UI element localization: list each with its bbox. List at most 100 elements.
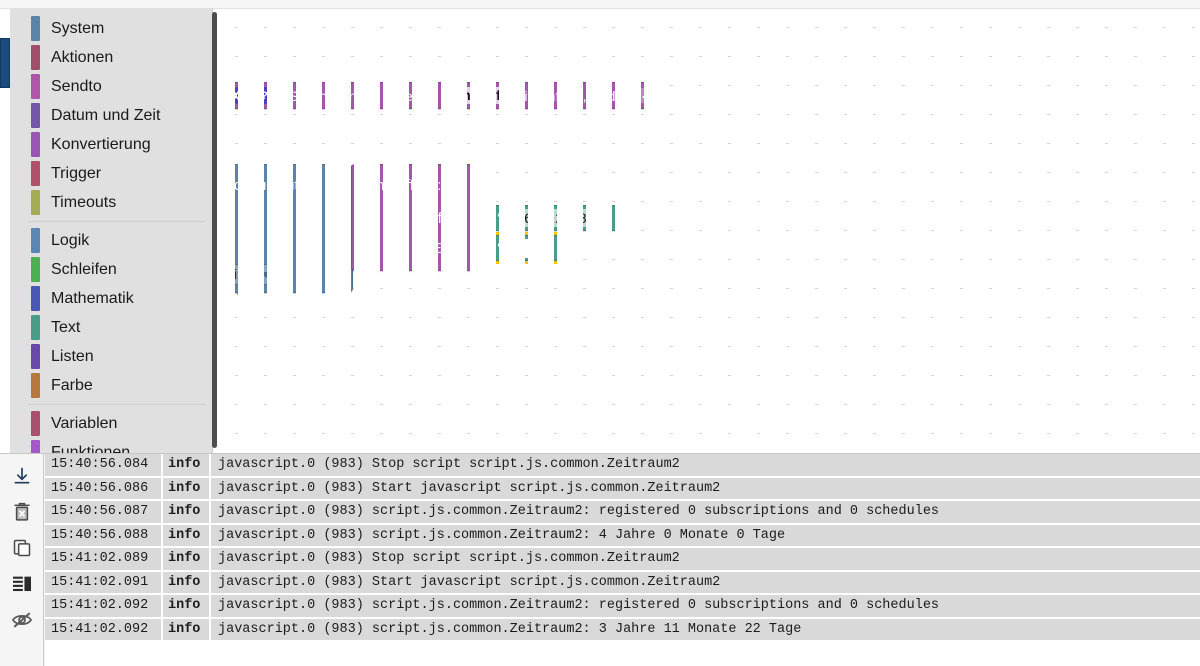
toolbox-category-system[interactable]: System: [10, 14, 212, 43]
category-color-swatch: [31, 132, 40, 157]
toolbox-scrollbar[interactable]: [212, 12, 217, 448]
category-color-swatch: [31, 411, 40, 436]
toolbox-category-timeouts[interactable]: Timeouts: [10, 188, 212, 217]
toolbox-category-text[interactable]: Text: [10, 313, 212, 342]
category-color-swatch: [31, 440, 40, 453]
category-label: Trigger: [51, 164, 102, 182]
log-severity: info: [163, 618, 211, 640]
layout-icon[interactable]: [5, 567, 39, 601]
category-label: Farbe: [51, 376, 93, 394]
category-label: System: [51, 19, 105, 37]
severity-dropdown[interactable]: info: [226, 264, 277, 285]
hide-icon[interactable]: [5, 603, 39, 637]
log-row[interactable]: 15:40:56.084 info javascript.0 (983) Stop …: [45, 454, 1200, 478]
toolbox-category-datum-und-zeit[interactable]: Datum und Zeit: [10, 101, 212, 130]
log-severity: info: [163, 548, 211, 570]
block-notch-bottom: [237, 292, 259, 298]
log-row[interactable]: 15:40:56.087 info javascript.0 (983) scrip…: [45, 501, 1200, 525]
category-color-swatch: [31, 190, 40, 215]
category-label: Logik: [51, 231, 90, 249]
log-time: 15:41:02.092: [45, 618, 163, 640]
category-label: Text: [51, 318, 81, 336]
log-severity: info: [163, 477, 211, 499]
log-toolbar: [0, 454, 44, 666]
log-row[interactable]: 15:41:02.092 info javascript.0 (983) scrip…: [45, 618, 1200, 642]
debug-output-block[interactable]: debug output info: [221, 164, 363, 298]
function-params-ellipsis[interactable]: ...: [631, 87, 658, 103]
debug-output-label: debug output: [234, 178, 319, 194]
log-row[interactable]: 15:41:02.089 info javascript.0 (983) Stop …: [45, 548, 1200, 572]
log-time: 15:41:02.089: [45, 548, 163, 570]
category-color-swatch: [31, 45, 40, 70]
log-time: 15:40:56.087: [45, 501, 163, 523]
toolbox-category-konvertierung[interactable]: Konvertierung: [10, 130, 212, 159]
copy-icon[interactable]: [5, 531, 39, 565]
chevron-down-icon: [260, 271, 271, 278]
toolbox-category-list: System Aktionen Sendto Datum und Zeit Konver…: [10, 8, 212, 453]
toolbox-category-funktionen[interactable]: Funktionen: [10, 438, 212, 453]
toolbox-category-trigger[interactable]: Trigger: [10, 159, 212, 188]
severity-value: info: [234, 267, 256, 282]
toolbox-category-variablen[interactable]: Variablen: [10, 409, 212, 438]
gear-icon[interactable]: [230, 87, 247, 104]
download-icon[interactable]: [5, 459, 39, 493]
toolbox-category-aktionen[interactable]: Aktionen: [10, 43, 212, 72]
category-color-swatch: [31, 257, 40, 282]
text-value-ende[interactable]: [511, 238, 536, 258]
blockly-toolbox[interactable]: System Aktionen Sendto Datum und Zeit Konver…: [10, 8, 213, 453]
blockly-workspace[interactable]: ? JS-Funktion mit Ergebnis timeDiff mit:…: [218, 9, 1200, 453]
quote-close-icon: ”: [541, 238, 551, 257]
log-message: javascript.0 (983) Start javascript scri…: [211, 571, 1200, 593]
log-message: javascript.0 (983) Stop script script.js…: [211, 548, 1200, 570]
category-color-swatch: [31, 344, 40, 369]
log-table[interactable]: 15:40:56.084 info javascript.0 (983) Stop …: [45, 454, 1200, 666]
text-block-anfang[interactable]: “ 06.08.2018 ”: [482, 205, 637, 231]
toolbox-category-mathematik[interactable]: Mathematik: [10, 284, 212, 313]
text-block-plug-ende: [481, 240, 491, 258]
toolbox-separator: [28, 404, 206, 405]
text-block-ende[interactable]: “ ”: [482, 232, 574, 264]
blocks-layer: ? JS-Funktion mit Ergebnis timeDiff mit:…: [218, 9, 1200, 453]
text-value-anfang[interactable]: 06.08.2018: [511, 209, 592, 227]
arg-label-ende: Ende: [432, 241, 466, 257]
log-row[interactable]: 15:40:56.088 info javascript.0 (983) scrip…: [45, 524, 1200, 548]
log-severity: info: [163, 571, 211, 593]
log-message: javascript.0 (983) script.js.common.Zeit…: [211, 595, 1200, 617]
category-label: Schleifen: [51, 260, 117, 278]
log-severity: info: [163, 454, 211, 476]
arg-label-anfang: Anfang: [420, 211, 466, 227]
category-color-swatch: [31, 16, 40, 41]
toolbox-separator: [28, 221, 206, 222]
category-color-swatch: [31, 161, 40, 186]
toolbox-category-listen[interactable]: Listen: [10, 342, 212, 371]
toolbox-category-schleifen[interactable]: Schleifen: [10, 255, 212, 284]
toolbox-category-farbe[interactable]: Farbe: [10, 371, 212, 400]
category-label: Konvertierung: [51, 135, 151, 153]
function-call-block[interactable]: timeDiff mit: Anfang Ende: [351, 164, 484, 271]
log-row[interactable]: 15:40:56.086 info javascript.0 (983) Start…: [45, 477, 1200, 501]
category-color-swatch: [31, 315, 40, 340]
category-label: Sendto: [51, 77, 102, 95]
log-severity: info: [163, 524, 211, 546]
log-time: 15:41:02.092: [45, 595, 163, 617]
question-icon[interactable]: ?: [256, 87, 273, 104]
block-notch-top: [237, 164, 259, 169]
category-label: Mathematik: [51, 289, 134, 307]
category-color-swatch: [31, 103, 40, 128]
quote-open-icon: “: [497, 208, 506, 227]
log-severity: info: [163, 501, 211, 523]
quote-open-icon: “: [497, 238, 506, 257]
log-row[interactable]: 15:41:02.092 info javascript.0 (983) scrip…: [45, 595, 1200, 619]
active-tab-marker[interactable]: [0, 38, 10, 88]
log-message: javascript.0 (983) Start javascript scri…: [211, 477, 1200, 499]
toolbox-category-logik[interactable]: Logik: [10, 226, 212, 255]
clear-log-icon[interactable]: [5, 495, 39, 529]
log-row[interactable]: 15:41:02.091 info javascript.0 (983) Start…: [45, 571, 1200, 595]
toolbox-category-sendto[interactable]: Sendto: [10, 72, 212, 101]
function-name-field[interactable]: timeDiff: [444, 87, 507, 104]
category-label: Funktionen: [51, 443, 131, 454]
function-definition-block[interactable]: ? JS-Funktion mit Ergebnis timeDiff mit:…: [221, 82, 668, 109]
category-color-swatch: [31, 74, 40, 99]
function-block-text-before: JS-Funktion mit Ergebnis: [282, 87, 439, 104]
category-color-swatch: [31, 228, 40, 253]
